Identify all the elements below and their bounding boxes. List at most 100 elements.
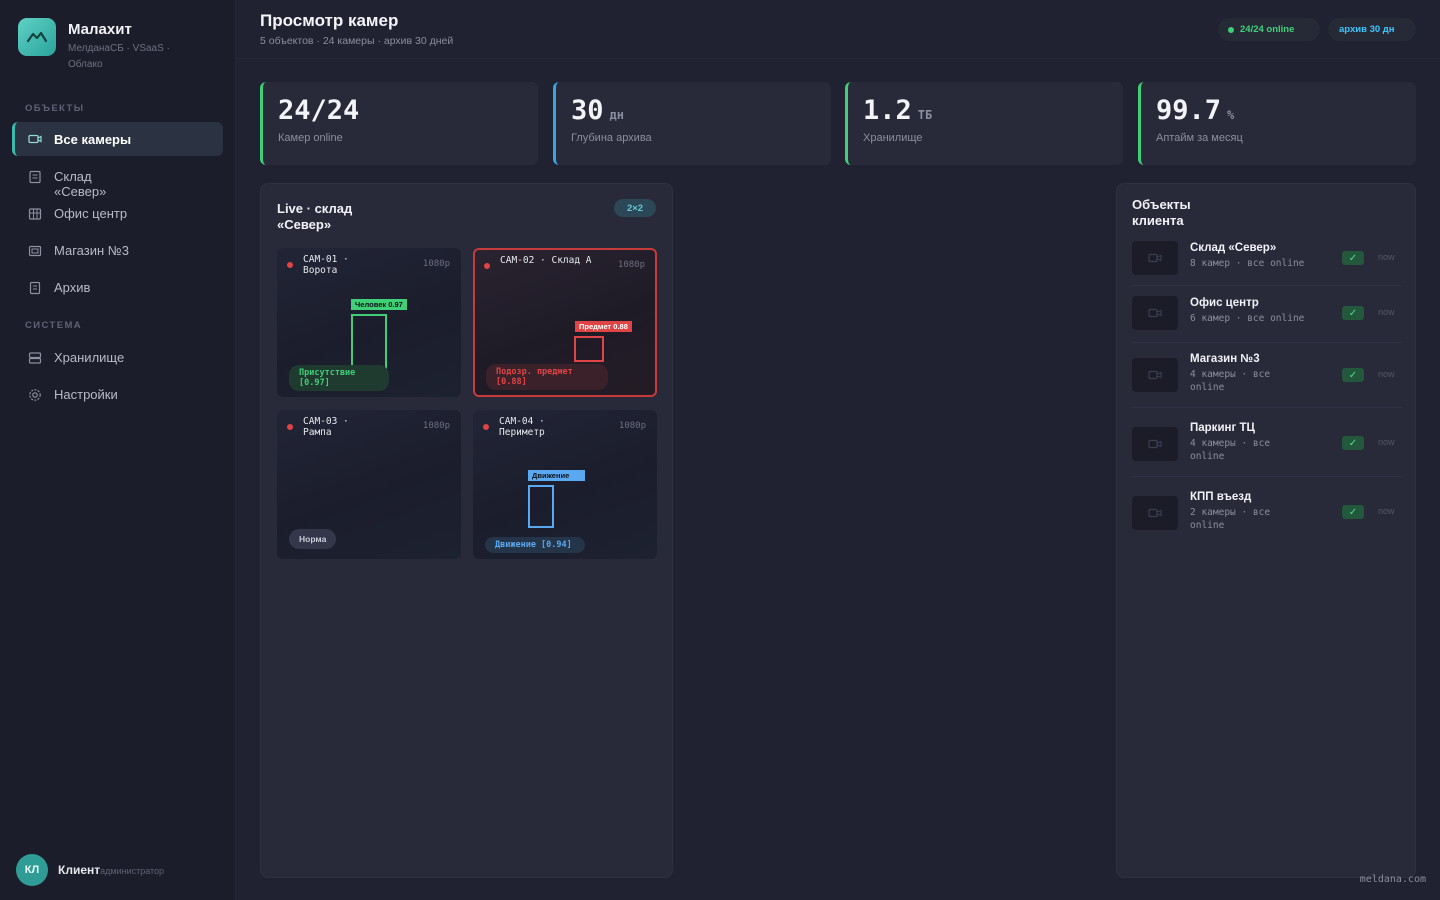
online-check-icon: ✓	[1342, 251, 1364, 265]
detection-box-label: Движение	[528, 470, 585, 481]
stat-label: Глубина архива	[571, 132, 652, 144]
sidebar-item-label: Офис центр	[54, 206, 128, 221]
list-divider	[1132, 407, 1402, 408]
user-role: администратор	[100, 866, 165, 876]
stat-card-storage: 1.2 ТБ Хранилище	[845, 82, 1123, 165]
object-status: now	[1378, 252, 1395, 262]
detection-box	[351, 314, 387, 369]
list-divider	[1132, 342, 1402, 343]
stat-value: 1.2	[863, 95, 912, 126]
sidebar-item-label: Склад «Север»	[54, 169, 107, 199]
detection-status: Норма	[289, 529, 337, 549]
avatar: КЛ	[16, 854, 48, 886]
sidebar-item-label: Хранилище	[54, 350, 125, 365]
object-thumbnail	[1132, 496, 1178, 530]
stat-unit: ТБ	[917, 108, 933, 122]
store-icon	[28, 245, 42, 257]
stat-card-archive: 30 дн Глубина архива	[553, 82, 831, 165]
camera-icon	[1148, 508, 1162, 518]
sidebar-item-archive[interactable]: Архив	[12, 280, 223, 295]
camera-title: CAM-02 · Склад А	[500, 255, 592, 266]
stat-unit: дн	[609, 108, 624, 122]
object-meta: 4 камеры · все online	[1190, 438, 1271, 462]
stat-value: 24/24	[278, 95, 360, 126]
object-meta: 6 камер · все online	[1190, 313, 1305, 324]
camera-title: CAM-03 · Рампа	[303, 416, 349, 438]
camera-resolution: 1080p	[617, 260, 645, 270]
object-item-parking[interactable]: Паркинг ТЦ 4 камеры · все online ✓ now	[1132, 421, 1402, 463]
camera-icon	[1148, 439, 1162, 449]
online-status-badge[interactable]: 24/24 online	[1218, 18, 1320, 41]
sidebar-item-settings[interactable]: Настройки	[12, 387, 223, 402]
sidebar: Малахит МелданаСБ · VSaaS · Облако ОБЪЕК…	[0, 0, 236, 900]
object-thumbnail	[1132, 427, 1178, 461]
list-divider	[1132, 476, 1402, 477]
camera-icon	[1148, 253, 1162, 263]
footer-brand[interactable]: meldana.com	[1360, 874, 1426, 885]
online-check-icon: ✓	[1342, 368, 1364, 382]
camera-resolution: 1080p	[422, 259, 450, 269]
object-name: Склад «Север»	[1190, 242, 1277, 254]
user-profile[interactable]: КЛ Клиент администратор	[16, 854, 164, 886]
live-panel-title: Live · склад «Север»	[277, 201, 353, 232]
object-thumbnail	[1132, 241, 1178, 275]
detection-status: Подозр. предмет [0.88]	[486, 364, 608, 390]
camera-resolution: 1080p	[618, 421, 646, 431]
stat-card-cameras: 24/24 Камер online	[260, 82, 538, 165]
sidebar-item-store[interactable]: Магазин №3	[12, 243, 223, 258]
sidebar-item-label: Все камеры	[54, 131, 132, 147]
nav-section-system: СИСТЕМА	[25, 320, 83, 331]
archive-status-badge[interactable]: архив 30 дн	[1328, 18, 1416, 41]
sidebar-item-all-cameras[interactable]: Все камеры	[12, 122, 223, 156]
page-subtitle: 5 объектов · 24 камеры · архив 30 дней	[260, 35, 454, 47]
camera-tile-cam04[interactable]: CAM-04 · Периметр 1080p Движение Движени…	[473, 410, 657, 559]
sidebar-item-warehouse[interactable]: Склад «Север»	[12, 169, 152, 199]
object-item-store[interactable]: Магазин №3 4 камеры · все online ✓ now	[1132, 352, 1402, 394]
gear-icon	[29, 389, 41, 401]
object-thumbnail	[1132, 296, 1178, 330]
brand-name: Малахит	[68, 21, 132, 38]
sidebar-item-label: Настройки	[54, 387, 118, 402]
online-check-icon: ✓	[1342, 505, 1364, 519]
archive-status-text: архив 30 дн	[1339, 23, 1395, 35]
object-name: КПП въезд	[1190, 491, 1252, 503]
object-item-office[interactable]: Офис центр 6 камер · все online ✓ now	[1132, 296, 1402, 330]
header-divider	[236, 58, 1440, 59]
object-meta: 2 камеры · все online	[1190, 507, 1271, 531]
recording-dot-icon	[287, 424, 293, 430]
sidebar-item-storage[interactable]: Хранилище	[12, 350, 223, 365]
object-meta: 4 камеры · все online	[1190, 369, 1271, 393]
stat-value: 30	[571, 95, 604, 126]
detection-box-label: Предмет 0.88	[575, 321, 632, 332]
detection-status: Присутствие [0.97]	[289, 365, 389, 391]
sidebar-item-office[interactable]: Офис центр	[12, 206, 152, 221]
recording-dot-icon	[484, 263, 490, 269]
camera-tile-cam02[interactable]: CAM-02 · Склад А 1080p Предмет 0.88 Подо…	[473, 248, 657, 397]
object-name: Офис центр	[1190, 297, 1259, 309]
camera-title: CAM-01 · Ворота	[303, 254, 349, 276]
online-dot-icon	[1228, 26, 1234, 33]
object-name: Паркинг ТЦ	[1190, 422, 1255, 434]
object-thumbnail	[1132, 358, 1178, 392]
grid-layout-toggle[interactable]: 2×2	[614, 199, 656, 217]
camera-resolution: 1080p	[422, 421, 450, 431]
detection-box	[574, 336, 604, 362]
recording-dot-icon	[287, 262, 293, 268]
office-icon	[28, 208, 42, 220]
brand[interactable]: Малахит МелданаСБ · VSaaS · Облако	[18, 18, 188, 73]
objects-panel-title: Объекты клиента	[1132, 197, 1191, 228]
camera-title: CAM-04 · Периметр	[499, 416, 545, 438]
object-item-checkpoint[interactable]: КПП въезд 2 камеры · все online ✓ now	[1132, 490, 1402, 532]
detection-status: Движение [0.94]	[485, 537, 585, 553]
object-item-warehouse[interactable]: Склад «Север» 8 камер · все online ✓ now	[1132, 241, 1402, 275]
stat-label: Аптайм за месяц	[1156, 132, 1243, 144]
storage-icon	[28, 352, 42, 364]
archive-icon	[29, 281, 41, 295]
list-divider	[1132, 285, 1402, 286]
detection-box-label: Человек 0.97	[351, 299, 407, 310]
stat-label: Камер online	[278, 132, 343, 144]
online-status-text: 24/24 online	[1240, 23, 1295, 35]
camera-tile-cam01[interactable]: CAM-01 · Ворота 1080p Человек 0.97 Прису…	[277, 248, 461, 397]
camera-tile-cam03[interactable]: CAM-03 · Рампа 1080p Норма	[277, 410, 461, 559]
object-name: Магазин №3	[1190, 353, 1260, 365]
